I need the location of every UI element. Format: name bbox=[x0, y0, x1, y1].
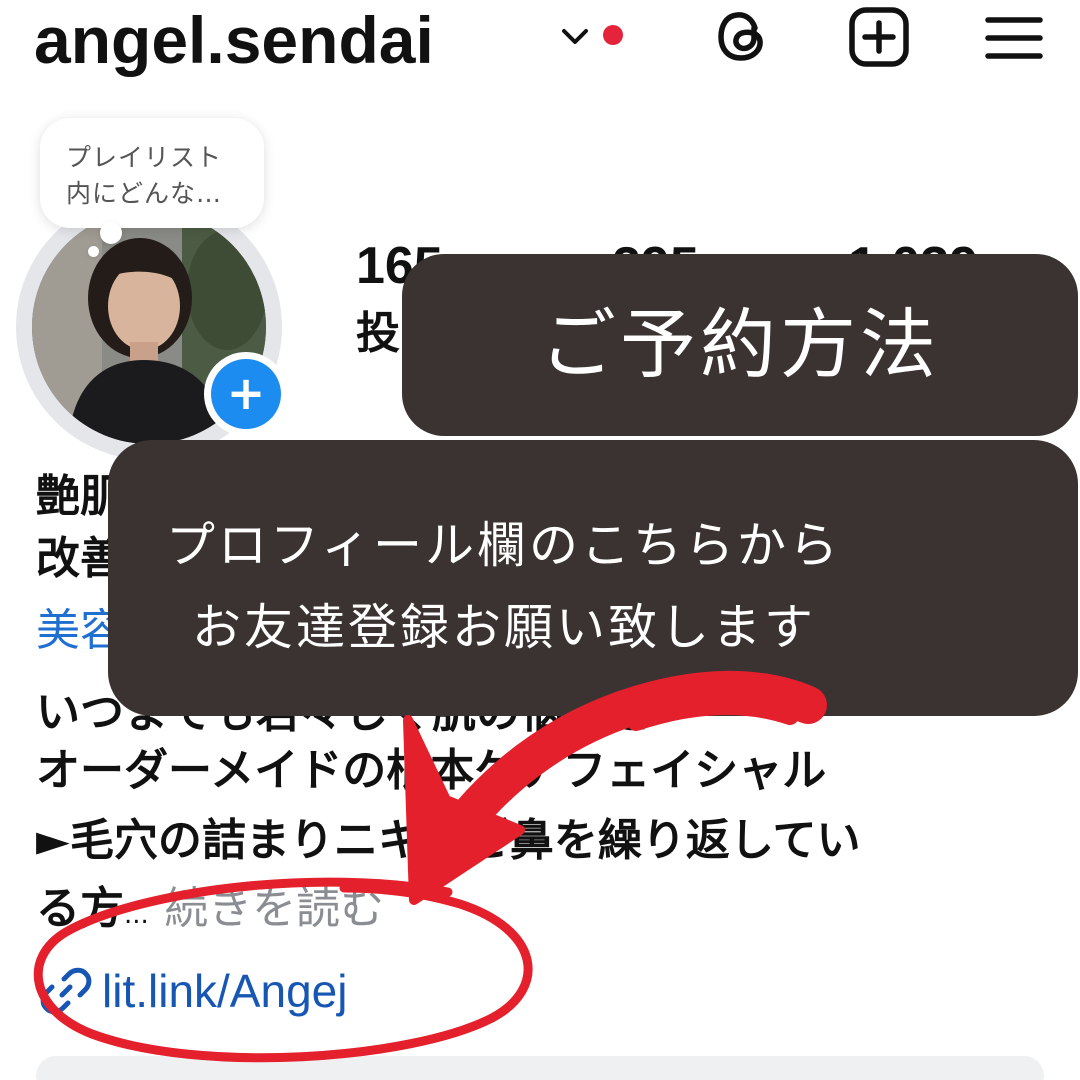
bio-line-6: ►毛穴の詰まりニキビご鼻を繰り返してい bbox=[36, 815, 861, 866]
threads-icon[interactable] bbox=[712, 6, 772, 66]
bio-line-7: る方... 続きを読む bbox=[36, 878, 384, 946]
bio-ellipsis: ... bbox=[124, 900, 149, 930]
posts-label: 投 bbox=[356, 308, 400, 359]
plus-icon: + bbox=[211, 359, 281, 429]
title-banner: ご予約方法 bbox=[402, 254, 1078, 436]
note-bubble-tail-small bbox=[88, 246, 99, 257]
bio-line-7-text: る方 bbox=[36, 883, 124, 934]
bio-line-5: オーダーメイドの根本ケアフェイシャル bbox=[36, 745, 827, 796]
chevron-down-icon[interactable] bbox=[560, 24, 590, 48]
profile-screen: angel.sendai プレイリスト 内にどんな… + 165 投 艶肌 改善… bbox=[0, 0, 1080, 1080]
bio-link-text[interactable]: lit.link/Angej bbox=[102, 964, 347, 1018]
instruction-line-1: プロフィール欄のこちらから bbox=[166, 517, 842, 574]
edit-profile-bar[interactable] bbox=[36, 1056, 1044, 1080]
notification-dot bbox=[603, 25, 623, 45]
link-icon bbox=[40, 967, 92, 1015]
instruction-banner: プロフィール欄のこちらから お友達登録お願い致します bbox=[108, 440, 1078, 716]
add-story-button[interactable]: + bbox=[204, 352, 288, 436]
username-switcher[interactable]: angel.sendai bbox=[34, 0, 434, 80]
bio-link[interactable]: lit.link/Angej bbox=[40, 960, 347, 1022]
menu-icon[interactable] bbox=[984, 14, 1044, 62]
note-bubble[interactable]: プレイリスト 内にどんな… bbox=[40, 118, 264, 228]
plus-square-icon[interactable] bbox=[848, 6, 910, 68]
note-text: プレイリスト 内にどんな… bbox=[66, 143, 223, 208]
instruction-line-2: お友達登録お願い致します bbox=[192, 599, 817, 656]
banner-title: ご予約方法 bbox=[540, 300, 940, 389]
note-bubble-tail bbox=[100, 222, 122, 244]
read-more-link[interactable]: 続きを読む bbox=[164, 883, 384, 934]
